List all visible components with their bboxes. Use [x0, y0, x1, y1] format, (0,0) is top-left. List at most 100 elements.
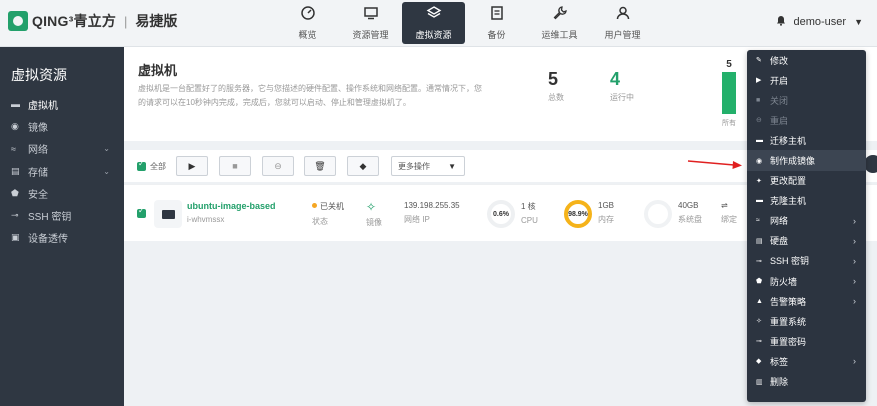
menu-item-make-image[interactable]: ◉ 制作成镜像	[747, 150, 866, 171]
restart-button[interactable]: ⊖	[262, 156, 294, 176]
stat-label: 总数	[548, 93, 564, 102]
menu-item-alarm[interactable]: ▲ 告警策略 ›	[747, 291, 866, 311]
menu-item-clone[interactable]: ▬ 克隆主机	[747, 191, 866, 211]
stat-running: 4 运行中	[610, 69, 634, 103]
menu-item-label: 重启	[770, 115, 789, 126]
tag-button[interactable]: ◆	[347, 156, 379, 176]
key-icon: ⊸	[11, 210, 19, 221]
select-all-label: 全部	[150, 162, 166, 171]
stop-button[interactable]: ■	[219, 156, 251, 176]
nav-label: 备份	[487, 30, 506, 40]
menu-item-stop[interactable]: ■ 关闭	[747, 90, 866, 110]
play-icon: ▶	[756, 77, 762, 85]
chevron-right-icon: ›	[853, 276, 856, 287]
cpu-percent: 0.6%	[493, 210, 509, 218]
nav-item-resources[interactable]: 资源管理	[339, 2, 402, 44]
sidebar-item-storage[interactable]: ▤ 存储 ⌄	[0, 160, 124, 182]
migrate-icon: ▬	[756, 136, 763, 144]
menu-item-start[interactable]: ▶ 开启	[747, 70, 866, 90]
vm-memory: 1GB 内存	[598, 201, 614, 225]
menu-item-label: 更改配置	[770, 176, 807, 187]
nav-item-virtual[interactable]: 虚拟资源	[402, 2, 465, 44]
stat-value: 4	[610, 69, 621, 89]
restart-icon: ⊖	[274, 160, 282, 171]
menu-item-ssh-key[interactable]: ⊸ SSH 密钥 ›	[747, 251, 866, 271]
brand-name: QING³青立方	[32, 13, 117, 29]
menu-item-reset-system[interactable]: ✧ 重置系统	[747, 311, 866, 331]
menu-item-edit[interactable]: ✎ 修改	[747, 50, 866, 70]
nav-item-overview[interactable]: 概览	[276, 2, 339, 44]
nav-label: 用户管理	[604, 30, 641, 40]
sidebar-item-security[interactable]: ⬟ 安全	[0, 182, 124, 204]
select-all-checkbox[interactable]	[137, 159, 146, 171]
vm-status: 已关机 状态	[312, 201, 344, 227]
cpu-label: CPU	[521, 216, 538, 225]
sidebar-item-passthrough[interactable]: ▣ 设备透传	[0, 227, 124, 249]
vm-icon	[154, 200, 182, 228]
sidebar-title: 虚拟资源	[11, 67, 67, 83]
mem-label: 内存	[598, 215, 614, 224]
nav-item-backup[interactable]: 备份	[465, 2, 528, 44]
trash-icon: ▥	[756, 378, 763, 386]
status-dot	[312, 203, 317, 208]
menu-item-resize[interactable]: ✦ 更改配置	[747, 171, 866, 191]
sidebar-item-label: 存储	[28, 167, 48, 179]
shield-icon: ⬟	[756, 278, 763, 286]
wrench-icon	[552, 5, 568, 26]
sidebar-item-ssh[interactable]: ⊸ SSH 密钥	[0, 204, 124, 226]
vm-id: i-whvmssx	[187, 215, 225, 224]
bind-icon: ⇌	[721, 201, 728, 210]
shield-icon: ⬟	[11, 187, 19, 198]
select-all[interactable]: 全部	[137, 159, 166, 172]
menu-item-label: 硬盘	[770, 236, 789, 247]
clone-icon: ▬	[756, 197, 763, 205]
sidebar-item-label: 设备透传	[28, 234, 68, 246]
wifi-icon: ≈	[11, 143, 16, 154]
menu-item-disk[interactable]: ▤ 硬盘 ›	[747, 231, 866, 251]
nav-item-ops[interactable]: 运维工具	[528, 2, 591, 44]
sidebar-item-image[interactable]: ◉ 镜像	[0, 115, 124, 137]
sidebar-item-vm[interactable]: ▬ 虚拟机	[0, 93, 124, 115]
cpu-value: 1 核	[521, 202, 536, 211]
vm-disk: 40GB 系统盘	[678, 201, 702, 225]
storage-icon: ▤	[11, 165, 20, 176]
chevron-right-icon: ›	[853, 356, 856, 367]
bell-icon[interactable]	[776, 15, 786, 29]
menu-item-firewall[interactable]: ⬟ 防火墙 ›	[747, 271, 866, 291]
user-menu[interactable]: demo-user ▼	[776, 15, 863, 29]
nav-item-users[interactable]: 用户管理	[591, 2, 654, 44]
sidebar-item-network[interactable]: ≈ 网络 ⌄	[0, 138, 124, 160]
menu-item-reset-password[interactable]: ⊸ 重置密码	[747, 331, 866, 351]
delete-button[interactable]: 🗑︎	[304, 156, 336, 176]
nav-label: 运维工具	[541, 30, 578, 40]
tag-icon: ◆	[756, 358, 762, 366]
memory-gauge: 98.9%	[564, 200, 592, 228]
status-label: 状态	[312, 217, 328, 226]
brand-logo[interactable]: QING³青立方 | 易捷版	[8, 11, 177, 31]
menu-item-label: 制作成镜像	[770, 156, 816, 167]
row-checkbox[interactable]	[137, 206, 146, 218]
bell-icon: ▲	[756, 297, 763, 305]
menu-item-migrate[interactable]: ▬ 迁移主机	[747, 130, 866, 150]
stat-label: 运行中	[610, 93, 634, 102]
menu-item-tag[interactable]: ◆ 标签 ›	[747, 351, 866, 371]
bind-label: 绑定	[721, 215, 737, 224]
cpu-gauge: 0.6%	[487, 200, 515, 228]
nav-label: 资源管理	[352, 30, 389, 40]
ip-value[interactable]: 139.198.255.35	[404, 201, 460, 210]
sidebar-item-label: SSH 密钥	[28, 212, 72, 224]
ip-label: 网络 IP	[404, 215, 430, 224]
page-title: 虚拟机	[138, 63, 178, 78]
menu-item-network[interactable]: ≈ 网络 ›	[747, 211, 866, 231]
menu-item-restart[interactable]: ⊖ 重启	[747, 110, 866, 130]
chevron-right-icon: ›	[853, 235, 856, 246]
more-actions-select[interactable]: 更多操作 ▼	[391, 156, 465, 176]
vm-image: ✧ 镜像	[366, 201, 382, 228]
pencil-icon: ✎	[756, 57, 762, 65]
pointer-arrow-icon	[687, 160, 742, 169]
start-button[interactable]: ▶	[176, 156, 208, 176]
play-icon: ▶	[188, 160, 196, 171]
sidebar-item-label: 安全	[28, 189, 48, 201]
menu-item-delete[interactable]: ▥ 删除	[747, 372, 866, 392]
vm-name-link[interactable]: ubuntu-image-based	[187, 201, 276, 211]
